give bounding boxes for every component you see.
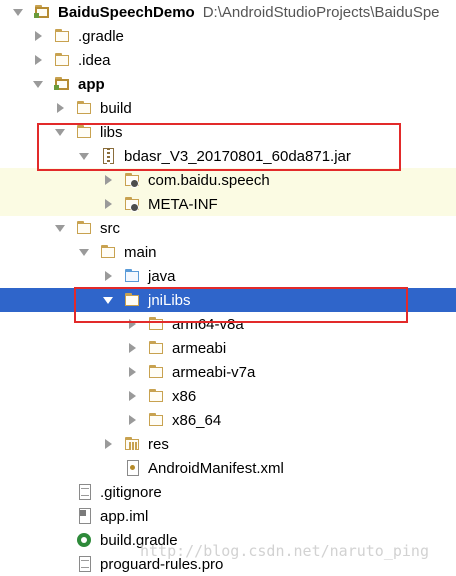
item-label: AndroidManifest.xml — [148, 459, 284, 477]
chevron-down-icon[interactable] — [78, 150, 90, 162]
item-label: res — [148, 435, 169, 453]
tree-item-com-baidu-speech[interactable]: com.baidu.speech — [0, 168, 456, 192]
folder-icon — [76, 100, 94, 116]
folder-icon — [148, 340, 166, 356]
item-label: META-INF — [148, 195, 218, 213]
tree-item-java[interactable]: java — [0, 264, 456, 288]
item-label: armeabi-v7a — [172, 363, 256, 381]
chevron-right-icon[interactable] — [102, 174, 114, 186]
item-label: bdasr_V3_20170801_60da871.jar — [124, 147, 351, 165]
chevron-right-icon[interactable] — [126, 366, 138, 378]
tree-item-root[interactable]: BaiduSpeechDemo D:\AndroidStudioProjects… — [0, 0, 456, 24]
chevron-down-icon[interactable] — [54, 126, 66, 138]
chevron-down-icon[interactable] — [78, 246, 90, 258]
chevron-right-icon[interactable] — [54, 102, 66, 114]
item-label: app.iml — [100, 507, 149, 525]
item-label: armeabi — [172, 339, 227, 357]
chevron-right-icon[interactable] — [126, 390, 138, 402]
source-folder-icon — [124, 268, 142, 284]
tree-item-meta-inf[interactable]: META-INF — [0, 192, 456, 216]
resources-folder-icon — [124, 436, 142, 452]
folder-icon — [54, 52, 72, 68]
chevron-right-icon[interactable] — [126, 342, 138, 354]
folder-icon — [54, 28, 72, 44]
folder-icon — [124, 292, 142, 308]
item-label: arm64-v8a — [172, 315, 244, 333]
jar-icon — [100, 148, 118, 164]
project-tree: BaiduSpeechDemo D:\AndroidStudioProjects… — [0, 0, 456, 573]
chevron-right-icon[interactable] — [126, 318, 138, 330]
package-icon — [124, 196, 142, 212]
item-label: main — [124, 243, 157, 261]
tree-item-armeabi-v7a[interactable]: armeabi-v7a — [0, 360, 456, 384]
tree-item-libs[interactable]: libs — [0, 120, 456, 144]
item-label: x86_64 — [172, 411, 222, 429]
item-label: x86 — [172, 387, 197, 405]
chevron-right-icon[interactable] — [126, 414, 138, 426]
root-path: D:\AndroidStudioProjects\BaiduSpe — [202, 3, 440, 21]
chevron-right-icon[interactable] — [102, 270, 114, 282]
package-icon — [124, 172, 142, 188]
tree-item-arm64[interactable]: arm64-v8a — [0, 312, 456, 336]
tree-item-main[interactable]: main — [0, 240, 456, 264]
root-name: BaiduSpeechDemo — [58, 3, 195, 21]
chevron-down-icon[interactable] — [54, 222, 66, 234]
tree-item-jnilibs[interactable]: jniLibs — [0, 288, 456, 312]
item-label: app — [78, 75, 105, 93]
gradle-icon — [76, 532, 94, 548]
tree-item-app-iml[interactable]: app.iml — [0, 504, 456, 528]
chevron-down-icon[interactable] — [12, 6, 24, 18]
tree-item-gradle[interactable]: .gradle — [0, 24, 456, 48]
xml-file-icon — [124, 460, 142, 476]
tree-item-gitignore[interactable]: .gitignore — [0, 480, 456, 504]
folder-icon — [148, 316, 166, 332]
item-label: com.baidu.speech — [148, 171, 270, 189]
item-label: jniLibs — [148, 291, 191, 309]
tree-item-build[interactable]: build — [0, 96, 456, 120]
tree-item-armeabi[interactable]: armeabi — [0, 336, 456, 360]
chevron-right-icon[interactable] — [32, 54, 44, 66]
folder-icon — [76, 124, 94, 140]
folder-icon — [148, 388, 166, 404]
tree-item-idea[interactable]: .idea — [0, 48, 456, 72]
text-file-icon — [76, 556, 94, 572]
item-label: src — [100, 219, 120, 237]
folder-icon — [76, 220, 94, 236]
item-label: .idea — [78, 51, 111, 69]
tree-item-x86[interactable]: x86 — [0, 384, 456, 408]
chevron-right-icon[interactable] — [102, 438, 114, 450]
item-label: build — [100, 99, 132, 117]
module-folder-icon — [34, 4, 52, 20]
chevron-down-icon[interactable] — [32, 78, 44, 90]
chevron-down-icon[interactable] — [102, 294, 114, 306]
module-file-icon — [76, 508, 94, 524]
item-label: java — [148, 267, 176, 285]
chevron-right-icon[interactable] — [102, 198, 114, 210]
folder-icon — [148, 364, 166, 380]
tree-item-src[interactable]: src — [0, 216, 456, 240]
module-folder-icon — [54, 76, 72, 92]
tree-item-jar[interactable]: bdasr_V3_20170801_60da871.jar — [0, 144, 456, 168]
tree-item-x86-64[interactable]: x86_64 — [0, 408, 456, 432]
item-label: .gitignore — [100, 483, 162, 501]
tree-item-app[interactable]: app — [0, 72, 456, 96]
watermark: http://blog.csdn.net/naruto_ping — [140, 542, 429, 560]
item-label: .gradle — [78, 27, 124, 45]
chevron-right-icon[interactable] — [32, 30, 44, 42]
tree-item-manifest[interactable]: AndroidManifest.xml — [0, 456, 456, 480]
folder-icon — [100, 244, 118, 260]
item-label: libs — [100, 123, 123, 141]
tree-item-res[interactable]: res — [0, 432, 456, 456]
text-file-icon — [76, 484, 94, 500]
folder-icon — [148, 412, 166, 428]
